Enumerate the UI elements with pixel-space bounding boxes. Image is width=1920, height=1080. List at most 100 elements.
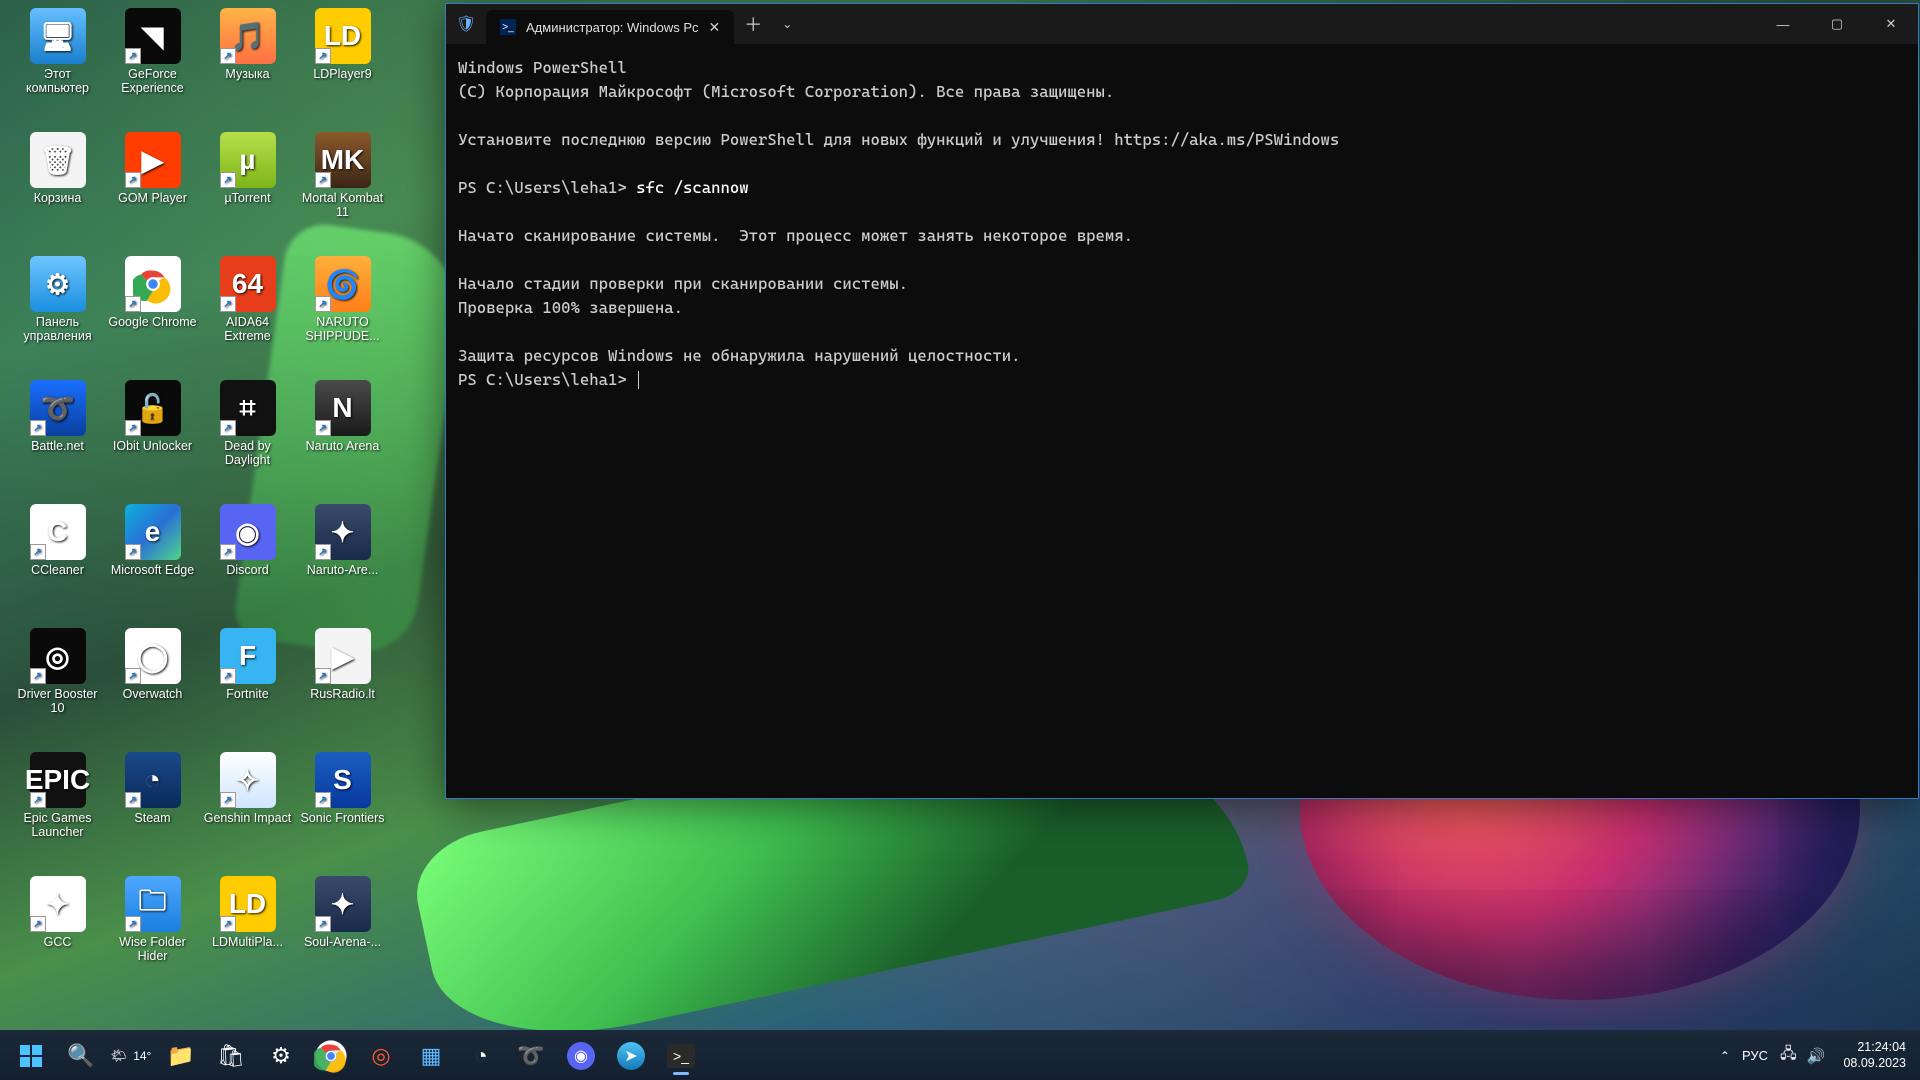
term-command: sfc /scannow (636, 178, 749, 197)
desktop-icon-iobit-unlocker[interactable]: 🔓↗IObit Unlocker (105, 378, 200, 496)
taskbar-steam[interactable]: ◔ (458, 1035, 504, 1077)
taskbar-explorer[interactable]: 📁 (158, 1035, 204, 1077)
desktop-icon-genshin[interactable]: ✧↗Genshin Impact (200, 750, 295, 868)
dead-by-daylight-icon: ⌗↗ (220, 380, 276, 436)
icon-label: Fortnite (226, 687, 268, 701)
icon-label: Epic Games Launcher (12, 811, 104, 840)
shortcut-arrow-icon: ↗ (30, 544, 46, 560)
terminal-body[interactable]: Windows PowerShell (C) Корпорация Майкро… (446, 44, 1918, 798)
search-button[interactable]: 🔍 (58, 1035, 104, 1077)
icon-label: Музыка (225, 67, 269, 81)
desktop-icon-overwatch[interactable]: ◯↗Overwatch (105, 626, 200, 744)
desktop-icon-gom-player[interactable]: ▶↗GOM Player (105, 130, 200, 248)
weather-temp: 14° (133, 1050, 151, 1062)
desktop-icon-ms-edge[interactable]: e↗Microsoft Edge (105, 502, 200, 620)
shortcut-arrow-icon: ↗ (30, 792, 46, 808)
terminal-titlebar[interactable]: 🛡 >_ Администратор: Windows Pc ✕ ＋ ⌄ — ▢… (446, 4, 1918, 44)
desktop-icon-gcc[interactable]: ✦↗GCC (10, 874, 105, 992)
mortal-kombat-icon: MK↗ (315, 132, 371, 188)
maximize-button[interactable]: ▢ (1810, 4, 1864, 44)
sonic-icon: S↗ (315, 752, 371, 808)
desktop-icon-wise-folder[interactable]: 🗀↗Wise Folder Hider (105, 874, 200, 992)
icon-label: GeForce Experience (107, 67, 199, 96)
desktop-icon-driver-booster[interactable]: ◎↗Driver Booster 10 (10, 626, 105, 744)
desktop-icon-aida64[interactable]: 64↗AIDA64 Extreme (200, 254, 295, 372)
desktop-icon-chrome[interactable]: ↗Google Chrome (105, 254, 200, 372)
desktop-icon-discord[interactable]: ◉↗Discord (200, 502, 295, 620)
icon-label: Корзина (34, 191, 82, 205)
desktop-icon-mortal-kombat[interactable]: MK↗Mortal Kombat 11 (295, 130, 390, 248)
desktop-icon-this-pc[interactable]: 🖥Этот компьютер (10, 6, 105, 124)
new-tab-button[interactable]: ＋ (734, 4, 772, 44)
term-line: Установите последнюю версию PowerShell д… (458, 130, 1339, 149)
desktop-icon-rusradio[interactable]: ▶↗RusRadio.lt (295, 626, 390, 744)
shortcut-arrow-icon: ↗ (315, 792, 331, 808)
close-button[interactable]: ✕ (1864, 4, 1918, 44)
desktop-icon-ccleaner[interactable]: C↗CCleaner (10, 502, 105, 620)
desktop-icon-sonic[interactable]: S↗ Sonic Frontiers (295, 750, 390, 868)
term-line: Защита ресурсов Windows не обнаружила на… (458, 346, 1021, 365)
chrome-icon (314, 1039, 348, 1073)
tab-close-icon[interactable]: ✕ (709, 19, 721, 36)
icon-label: Sonic Frontiers (300, 811, 384, 825)
battlenet-icon: ➰ (517, 1043, 544, 1069)
desktop-icon-soul-arena[interactable]: ✦↗Soul-Arena-... (295, 874, 390, 992)
minimize-button[interactable]: — (1756, 4, 1810, 44)
icon-label: Microsoft Edge (111, 563, 194, 577)
ccleaner-icon: C↗ (30, 504, 86, 560)
desktop-icon-fortnite[interactable]: F↗Fortnite (200, 626, 295, 744)
taskbar-chrome[interactable] (308, 1035, 354, 1077)
terminal-window[interactable]: 🛡 >_ Администратор: Windows Pc ✕ ＋ ⌄ — ▢… (445, 3, 1919, 799)
taskbar-store[interactable]: 🛍 (208, 1035, 254, 1077)
desktop-icon-ldmulti[interactable]: LD↗LDMultiPla... (200, 874, 295, 992)
desktop-icon-utorrent[interactable]: µ↗µTorrent (200, 130, 295, 248)
taskbar-app[interactable]: ▦ (408, 1035, 454, 1077)
volume-icon[interactable]: 🔊 (1807, 1047, 1826, 1065)
tab-dropdown-icon[interactable]: ⌄ (772, 4, 802, 44)
desktop-icon-steam[interactable]: ◔↗Steam (105, 750, 200, 868)
windows-icon (19, 1044, 43, 1068)
term-line: (C) Корпорация Майкрософт (Microsoft Cor… (458, 82, 1114, 101)
driver-booster-icon: ◎↗ (30, 628, 86, 684)
shortcut-arrow-icon: ↗ (315, 48, 331, 64)
shortcut-arrow-icon: ↗ (220, 544, 236, 560)
desktop-icon-naruto-shippuden[interactable]: 🌀↗NARUTO SHIPPUDE... (295, 254, 390, 372)
network-icon[interactable]: 🖧 (1780, 1043, 1797, 1068)
desktop-icon-recycle-bin[interactable]: 🗑Корзина (10, 130, 105, 248)
language-indicator[interactable]: РУС (1742, 1048, 1768, 1063)
clock[interactable]: 21:24:04 08.09.2023 (1837, 1040, 1906, 1071)
taskbar-settings[interactable]: ⚙ (258, 1035, 304, 1077)
weather-widget[interactable]: 🌤 14° (108, 1035, 154, 1077)
start-button[interactable] (8, 1035, 54, 1077)
icon-label: Naruto-Are... (307, 563, 379, 577)
discord-icon: ◉↗ (220, 504, 276, 560)
desktop-icon-naruto-arena2[interactable]: ✦↗Naruto-Are... (295, 502, 390, 620)
icon-label: LDPlayer9 (313, 67, 371, 81)
desktop-icon-geforce-exp[interactable]: ◥↗GeForce Experience (105, 6, 200, 124)
desktop-icon-control-panel[interactable]: ⚙Панель управления (10, 254, 105, 372)
search-icon: 🔍 (67, 1043, 94, 1069)
desktop-icon-dead-by-daylight[interactable]: ⌗↗Dead by Daylight (200, 378, 295, 496)
weather-icon: 🌤 (111, 1048, 128, 1064)
tray-overflow-icon[interactable]: ⌃ (1720, 1049, 1730, 1063)
desktop-icon-battlenet[interactable]: ➰↗Battle.net (10, 378, 105, 496)
icon-label: AIDA64 Extreme (202, 315, 294, 344)
taskbar-battlenet[interactable]: ➰ (508, 1035, 554, 1077)
music-icon: 🎵↗ (220, 8, 276, 64)
shortcut-arrow-icon: ↗ (30, 420, 46, 436)
taskbar-driver-booster[interactable]: ◎ (358, 1035, 404, 1077)
desktop-icon-naruto-arena[interactable]: N↗Naruto Arena (295, 378, 390, 496)
desktop-icon-ldplayer[interactable]: LD↗LDPlayer9 (295, 6, 390, 124)
desktop-icon-music[interactable]: 🎵↗ Музыка (200, 6, 295, 124)
taskbar-discord[interactable]: ◉ (558, 1035, 604, 1077)
icon-label: Steam (134, 811, 170, 825)
taskbar-terminal[interactable]: >_ (658, 1035, 704, 1077)
rusradio-icon: ▶↗ (315, 628, 371, 684)
terminal-tab[interactable]: >_ Администратор: Windows Pc ✕ (486, 10, 734, 44)
shortcut-arrow-icon: ↗ (125, 668, 141, 684)
desktop-icon-epic-games[interactable]: EPIC↗Epic Games Launcher (10, 750, 105, 868)
taskbar[interactable]: 🔍 🌤 14° 📁 🛍 ⚙ ◎ ▦ ◔ ➰ ◉ ➤ >_ ⌃ РУС 🖧 🔊 2… (0, 1030, 1920, 1080)
icon-label: LDMultiPla... (212, 935, 283, 949)
shortcut-arrow-icon: ↗ (30, 668, 46, 684)
taskbar-telegram[interactable]: ➤ (608, 1035, 654, 1077)
